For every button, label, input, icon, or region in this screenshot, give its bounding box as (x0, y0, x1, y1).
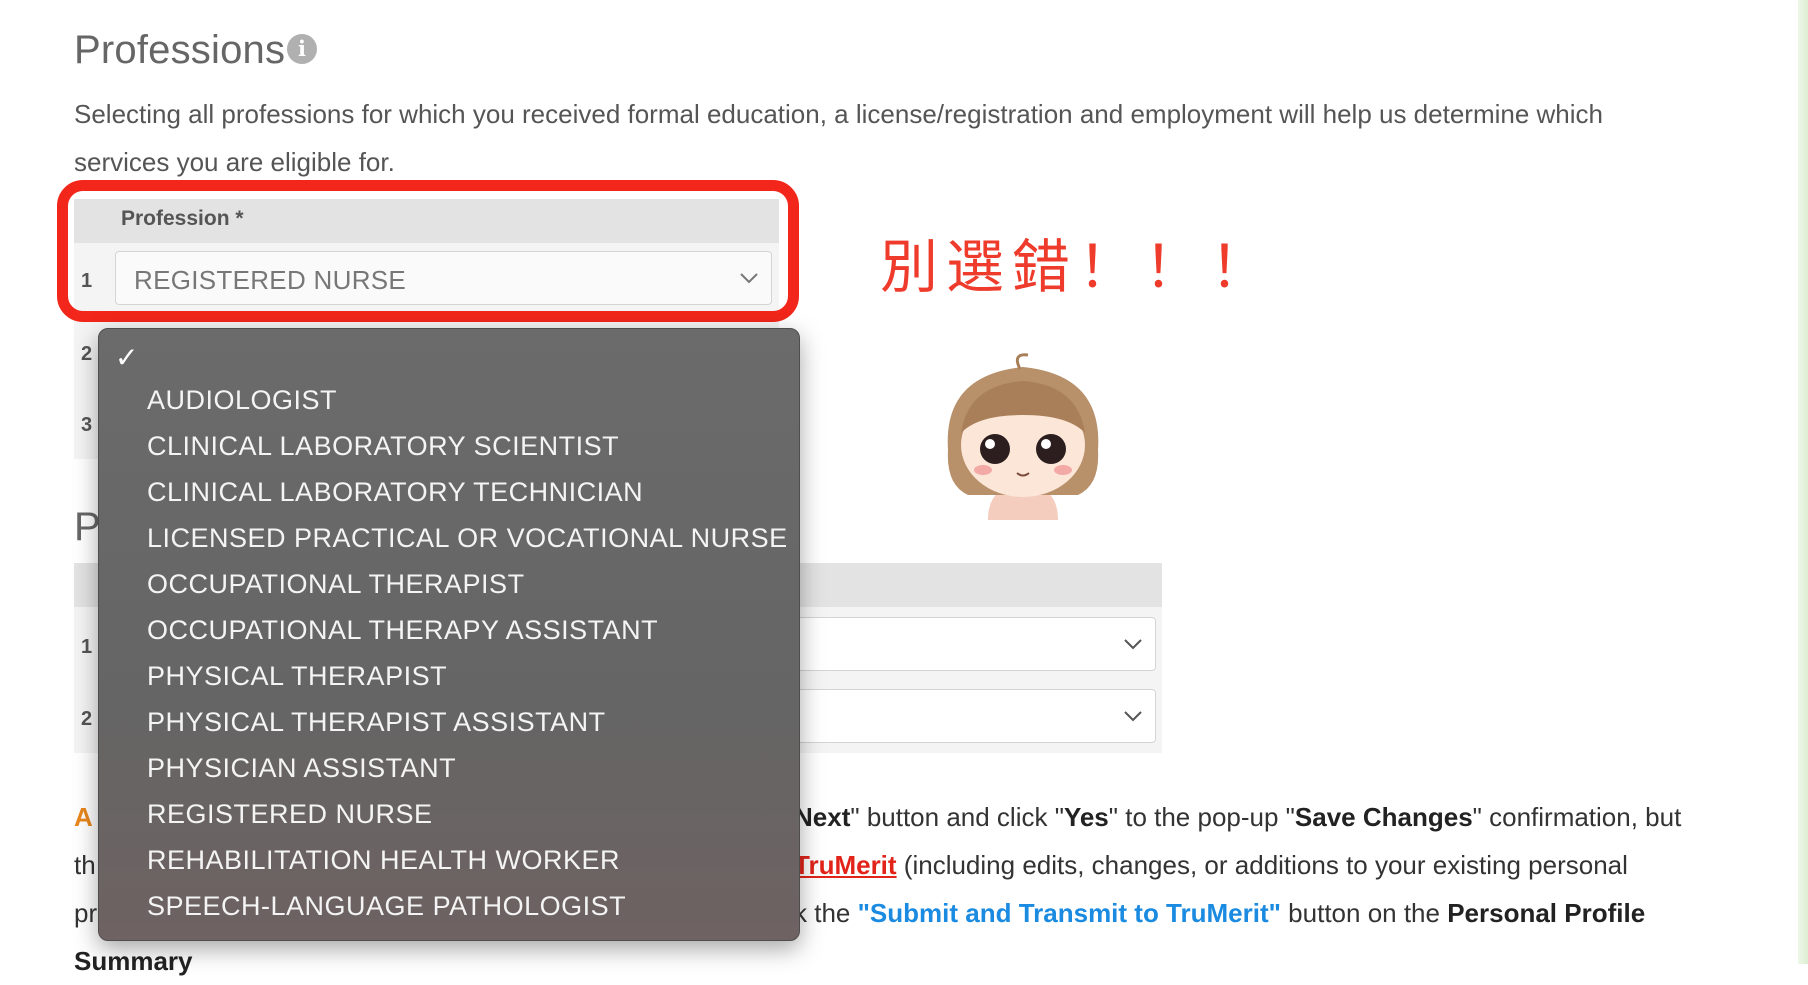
row-number: 2 (81, 343, 93, 365)
personal-profile-text: Personal Profile (1447, 898, 1646, 928)
save-changes-text: Save Changes (1294, 802, 1473, 832)
notice-line-4: Summary (74, 937, 1754, 985)
notice-text: th (74, 850, 96, 880)
dropdown-option[interactable]: AUDIOLOGIST (147, 385, 337, 416)
dropdown-option[interactable]: OCCUPATIONAL THERAPIST (147, 569, 525, 600)
notice-text: button on the (1280, 898, 1448, 928)
dropdown-option[interactable]: SPEECH-LANGUAGE PATHOLOGIST (147, 891, 626, 922)
yes-text: Yes (1063, 802, 1109, 832)
chevron-down-icon (1124, 711, 1142, 722)
notice-text: k the (794, 898, 858, 928)
dropdown-option[interactable]: PHYSICAL THERAPIST (147, 661, 447, 692)
notice-text: (including edits, changes, or additions … (896, 850, 1628, 880)
dropdown-option[interactable]: REGISTERED NURSE (147, 799, 433, 830)
dropdown-option[interactable]: OCCUPATIONAL THERAPY ASSISTANT (147, 615, 658, 646)
profession-dropdown-menu[interactable]: ✓ AUDIOLOGIST CLINICAL LABORATORY SCIENT… (98, 328, 800, 941)
dropdown-option[interactable]: LICENSED PRACTICAL OR VOCATIONAL NURSE (147, 523, 788, 554)
notice-text: " confirmation, but (1472, 802, 1682, 832)
submit-transmit-link[interactable]: "Submit and Transmit to TruMerit" (858, 898, 1281, 928)
info-icon[interactable]: i (287, 34, 317, 64)
professions-description: Selecting all professions for which you … (74, 99, 1603, 177)
notice-text: pr (74, 898, 98, 928)
chevron-down-icon (1124, 639, 1142, 650)
row-number: 3 (81, 414, 93, 436)
dropdown-option[interactable]: PHYSICIAN ASSISTANT (147, 753, 456, 784)
trumerit-link[interactable]: TruMerit (794, 850, 897, 880)
notice-text: " button and click " (850, 802, 1064, 832)
annotation-text: 別選錯！！！ (880, 233, 1277, 301)
next-text: Next (794, 802, 851, 832)
red-highlight-box (57, 180, 799, 322)
row-number: 1 (81, 636, 93, 658)
professions-title: Professions (74, 28, 286, 72)
section2-title: P (74, 505, 101, 549)
dropdown-option[interactable]: CLINICAL LABORATORY SCIENTIST (147, 431, 619, 462)
attention-label: A (74, 802, 93, 832)
checkmark-icon: ✓ (115, 341, 139, 374)
dropdown-option[interactable]: CLINICAL LABORATORY TECHNICIAN (147, 477, 643, 508)
dropdown-option[interactable]: REHABILITATION HEALTH WORKER (147, 845, 620, 876)
right-edge-strip (1798, 0, 1808, 964)
summary-text: Summary (74, 946, 193, 976)
chibi-girl-sticker (947, 353, 1099, 520)
row-number: 2 (81, 708, 93, 730)
dropdown-option[interactable]: PHYSICAL THERAPIST ASSISTANT (147, 707, 606, 738)
notice-text: " to the pop-up " (1108, 802, 1295, 832)
